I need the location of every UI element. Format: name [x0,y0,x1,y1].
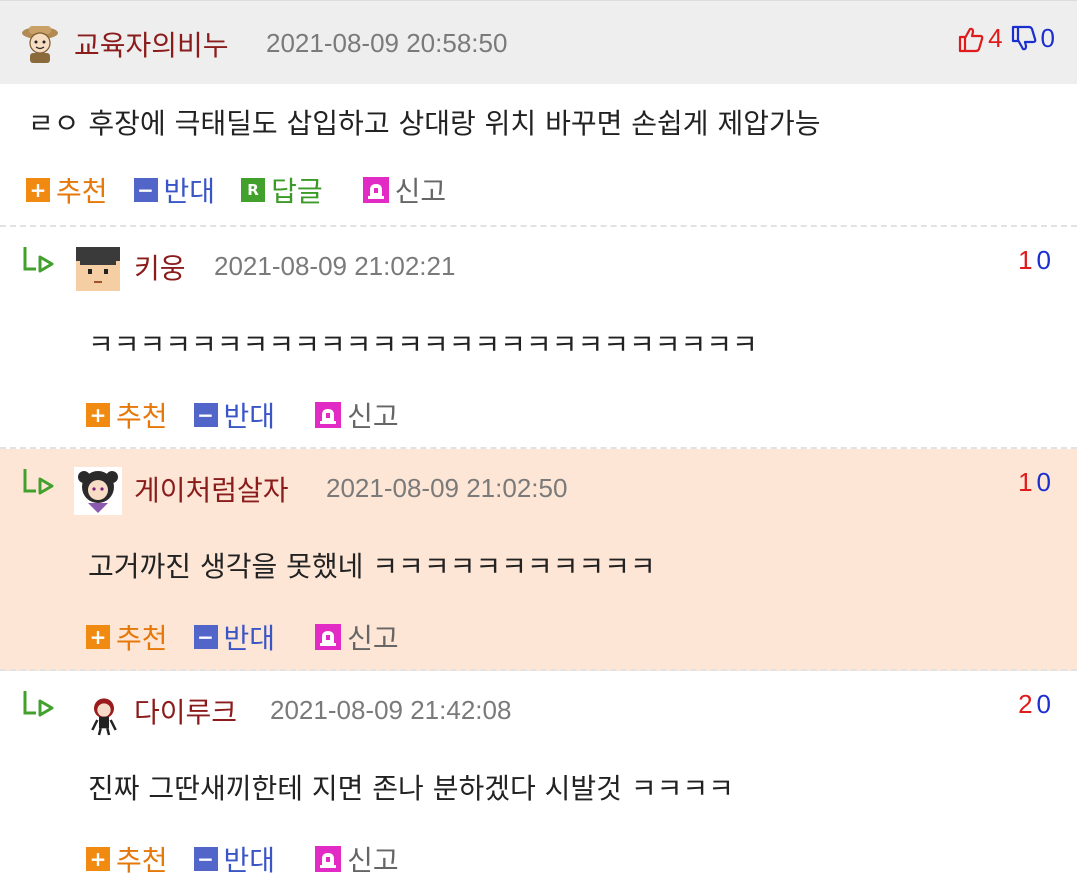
report-label: 신고 [347,400,399,433]
reply-arrow-icon [23,691,54,717]
timestamp: 2021-08-09 21:42:08 [270,695,512,725]
comment-section: 교육자의비누 2021-08-09 20:58:50 4 0 ㄹㅇ 후장에 극태… [0,0,1077,893]
reply-actions: + 추천 − 반대 신고 [86,617,425,657]
nickname[interactable]: 교육자의비누 [74,24,229,64]
like-count: 4 [988,23,1003,53]
recommend-label: 추천 [116,622,168,655]
nickname[interactable]: 게이처럼살자 [134,469,289,509]
report-button[interactable]: 신고 [362,170,447,210]
down-count: 0 [1036,689,1055,719]
report-button[interactable]: 신고 [315,395,399,435]
user-avatar[interactable] [74,467,122,515]
minus-icon: − [193,625,218,649]
reply-r-icon: R [241,178,266,202]
siren-icon [315,624,342,650]
oppose-label: 반대 [163,175,216,208]
comment-text: ㄹㅇ 후장에 극태딜도 삽입하고 상대랑 위치 바꾸면 손쉽게 제압가능 [28,107,821,140]
down-count: 0 [1036,245,1055,275]
vote-counts: 4 0 [957,23,1055,54]
thumbs-down-icon[interactable] [1010,25,1038,53]
report-label: 신고 [394,175,447,208]
minus-icon: − [133,178,158,202]
oppose-button[interactable]: − 반대 [193,839,276,879]
reply-actions: + 추천 − 반대 신고 [86,395,425,435]
up-count: 1 [1018,245,1037,275]
oppose-button[interactable]: − 반대 [193,395,276,435]
timestamp: 2021-08-09 21:02:50 [326,473,568,503]
reply-item-highlighted: 게이처럼살자 2021-08-09 21:02:50 10 고거까진 생각을 못… [0,449,1077,671]
oppose-button[interactable]: − 반대 [193,617,276,657]
report-button[interactable]: 신고 [315,617,399,657]
oppose-label: 반대 [223,622,276,655]
timestamp: 2021-08-09 20:58:50 [266,28,508,58]
report-label: 신고 [347,622,399,655]
user-avatar[interactable] [84,693,124,737]
up-count: 2 [1018,689,1037,719]
recommend-button[interactable]: + 추천 [26,170,108,210]
reply-item: 키웅 2021-08-09 21:02:21 10 ㅋㅋㅋㅋㅋㅋㅋㅋㅋㅋㅋㅋㅋㅋ… [0,227,1077,449]
reply-button[interactable]: R 답글 [241,170,323,210]
thumbs-up-icon[interactable] [957,25,985,53]
recommend-button[interactable]: + 추천 [86,839,168,879]
down-count: 0 [1036,467,1055,497]
recommend-label: 추천 [116,844,168,877]
recommend-label: 추천 [116,400,168,433]
plus-icon: + [26,178,50,202]
reply-arrow-icon [23,247,54,273]
plus-icon: + [86,403,110,427]
reply-arrow-icon [23,469,54,495]
vote-score: 10 [1018,245,1055,276]
oppose-label: 반대 [223,400,276,433]
comment-actions: + 추천 − 반대 R 답글 신고 [26,170,472,210]
reply-label: 답글 [271,175,323,208]
up-count: 1 [1018,467,1037,497]
reply-text: 진짜 그딴새끼한테 지면 존나 분하겠다 시발것 ㅋㅋㅋㅋ [88,772,734,805]
siren-icon [362,177,389,203]
recommend-label: 추천 [56,175,108,208]
user-avatar[interactable] [18,21,62,65]
reply-text: ㅋㅋㅋㅋㅋㅋㅋㅋㅋㅋㅋㅋㅋㅋㅋㅋㅋㅋㅋㅋㅋㅋㅋㅋㅋㅋ [88,328,758,361]
oppose-label: 반대 [223,844,276,877]
minus-icon: − [193,403,218,427]
vote-score: 20 [1018,689,1055,720]
report-button[interactable]: 신고 [315,839,399,879]
timestamp: 2021-08-09 21:02:21 [214,251,456,281]
oppose-button[interactable]: − 반대 [133,170,216,210]
reply-actions: + 추천 − 반대 신고 [86,839,425,879]
vote-score: 10 [1018,467,1055,498]
plus-icon: + [86,847,110,871]
reply-item: 다이루크 2021-08-09 21:42:08 20 진짜 그딴새끼한테 지면… [0,671,1077,893]
main-comment-body: ㄹㅇ 후장에 극태딜도 삽입하고 상대랑 위치 바꾸면 손쉽게 제압가능 + 추… [0,84,1077,227]
recommend-button[interactable]: + 추천 [86,395,168,435]
nickname[interactable]: 키웅 [134,247,186,287]
user-avatar[interactable] [74,245,122,293]
nickname[interactable]: 다이루크 [134,691,237,731]
plus-icon: + [86,625,110,649]
dislike-count: 0 [1040,23,1055,53]
recommend-button[interactable]: + 추천 [86,617,168,657]
main-comment-header: 교육자의비누 2021-08-09 20:58:50 4 0 [0,0,1077,84]
report-label: 신고 [347,844,399,877]
reply-text: 고거까진 생각을 못했네 ㅋㅋㅋㅋㅋㅋㅋㅋㅋㅋㅋ [88,550,656,583]
siren-icon [315,846,342,872]
minus-icon: − [193,847,218,871]
siren-icon [315,402,342,428]
